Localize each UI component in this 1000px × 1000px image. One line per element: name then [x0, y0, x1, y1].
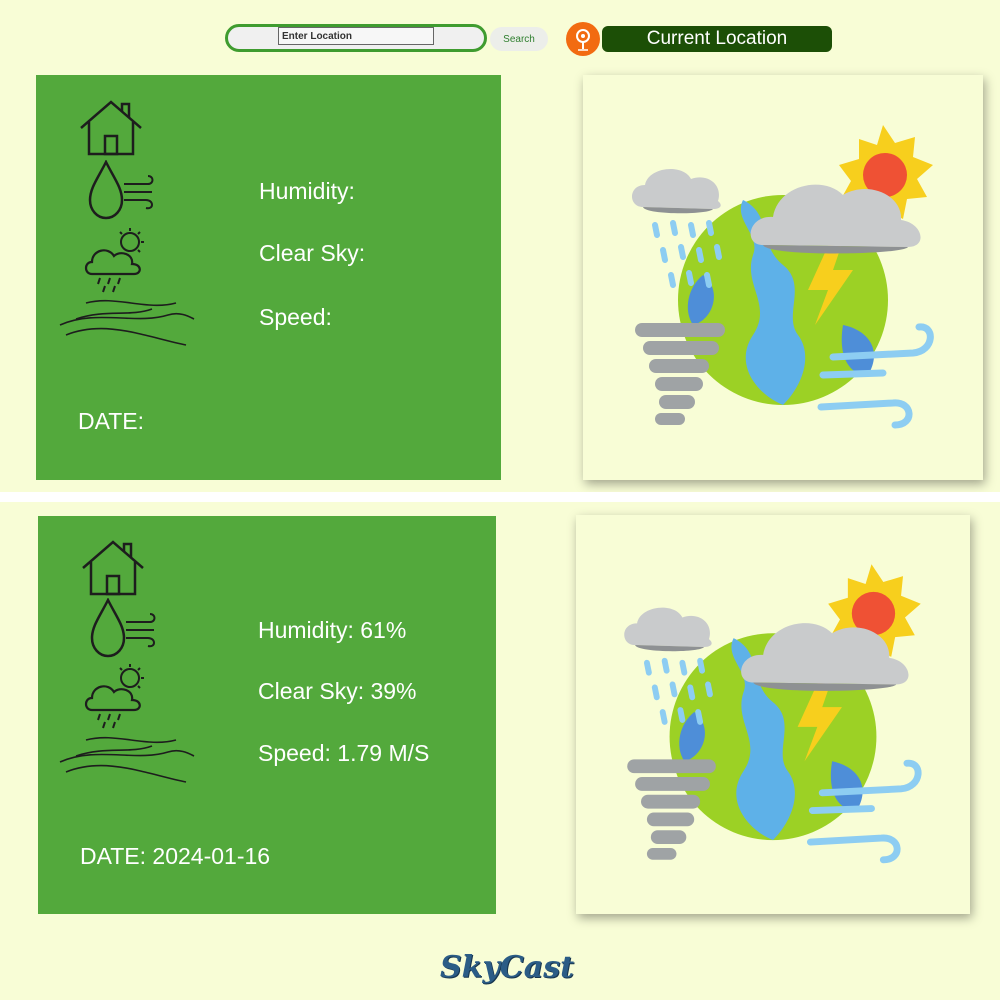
humidity-wind-icon	[88, 160, 154, 220]
date-label: DATE:	[78, 408, 145, 434]
current-location-button[interactable]: Current Location	[602, 26, 832, 52]
location-search-input[interactable]	[278, 27, 434, 45]
skycast-logo: SkyCast	[440, 950, 574, 985]
search-bar	[225, 24, 487, 52]
humidity-wind-icon	[90, 598, 156, 658]
location-pin-icon[interactable]	[566, 22, 600, 56]
date-value: DATE: 2024-01-16	[80, 843, 271, 869]
clear-sky-label: Clear Sky:	[259, 240, 366, 266]
speed-label: Speed:	[259, 304, 332, 330]
rain-cloud-sun-icon	[84, 228, 144, 293]
house-icon	[80, 100, 142, 156]
humidity-label: Humidity:	[259, 178, 355, 204]
weather-image-panel	[576, 515, 970, 914]
weather-globe-illustration	[624, 564, 922, 864]
speed-value: Speed: 1.79 M/S	[258, 740, 430, 766]
section-divider	[0, 492, 1000, 502]
wind-waves-icon	[59, 299, 195, 346]
house-icon	[82, 540, 144, 596]
rain-cloud-sun-icon	[84, 664, 144, 729]
wind-waves-icon	[59, 736, 195, 783]
clear-sky-value: Clear Sky: 39%	[258, 678, 417, 704]
search-button[interactable]: Search	[490, 27, 548, 51]
weather-image-panel	[583, 75, 983, 480]
humidity-value: Humidity: 61%	[258, 617, 407, 643]
weather-globe-illustration	[631, 125, 934, 429]
